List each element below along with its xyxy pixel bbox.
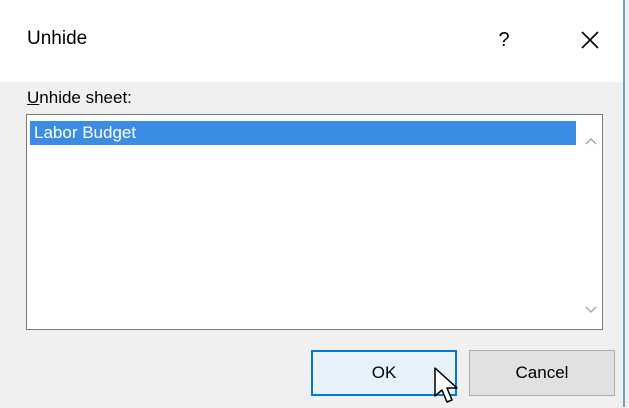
cancel-button[interactable]: Cancel (469, 350, 615, 396)
sheet-listbox[interactable]: Labor Budget (26, 114, 603, 330)
scroll-up-button[interactable] (580, 130, 601, 151)
unhide-sheet-label: Unhide sheet: (27, 88, 132, 108)
scroll-down-button[interactable] (580, 299, 601, 320)
vertical-scrollbar[interactable] (580, 116, 601, 328)
dialog-title: Unhide (27, 28, 88, 49)
close-button[interactable] (570, 20, 610, 60)
label-text: nhide sheet: (39, 88, 132, 107)
help-button[interactable]: ? (484, 20, 524, 60)
ok-button[interactable]: OK (311, 350, 457, 396)
list-item[interactable]: Labor Budget (30, 121, 576, 145)
title-bar: Unhide ? (0, 0, 623, 82)
label-accelerator: U (27, 88, 40, 107)
unhide-dialog: Unhide ? Unhide sheet: Labor Budget OK C… (0, 0, 625, 407)
chevron-down-icon (585, 306, 596, 313)
chevron-up-icon (585, 137, 596, 144)
close-icon (581, 31, 599, 49)
